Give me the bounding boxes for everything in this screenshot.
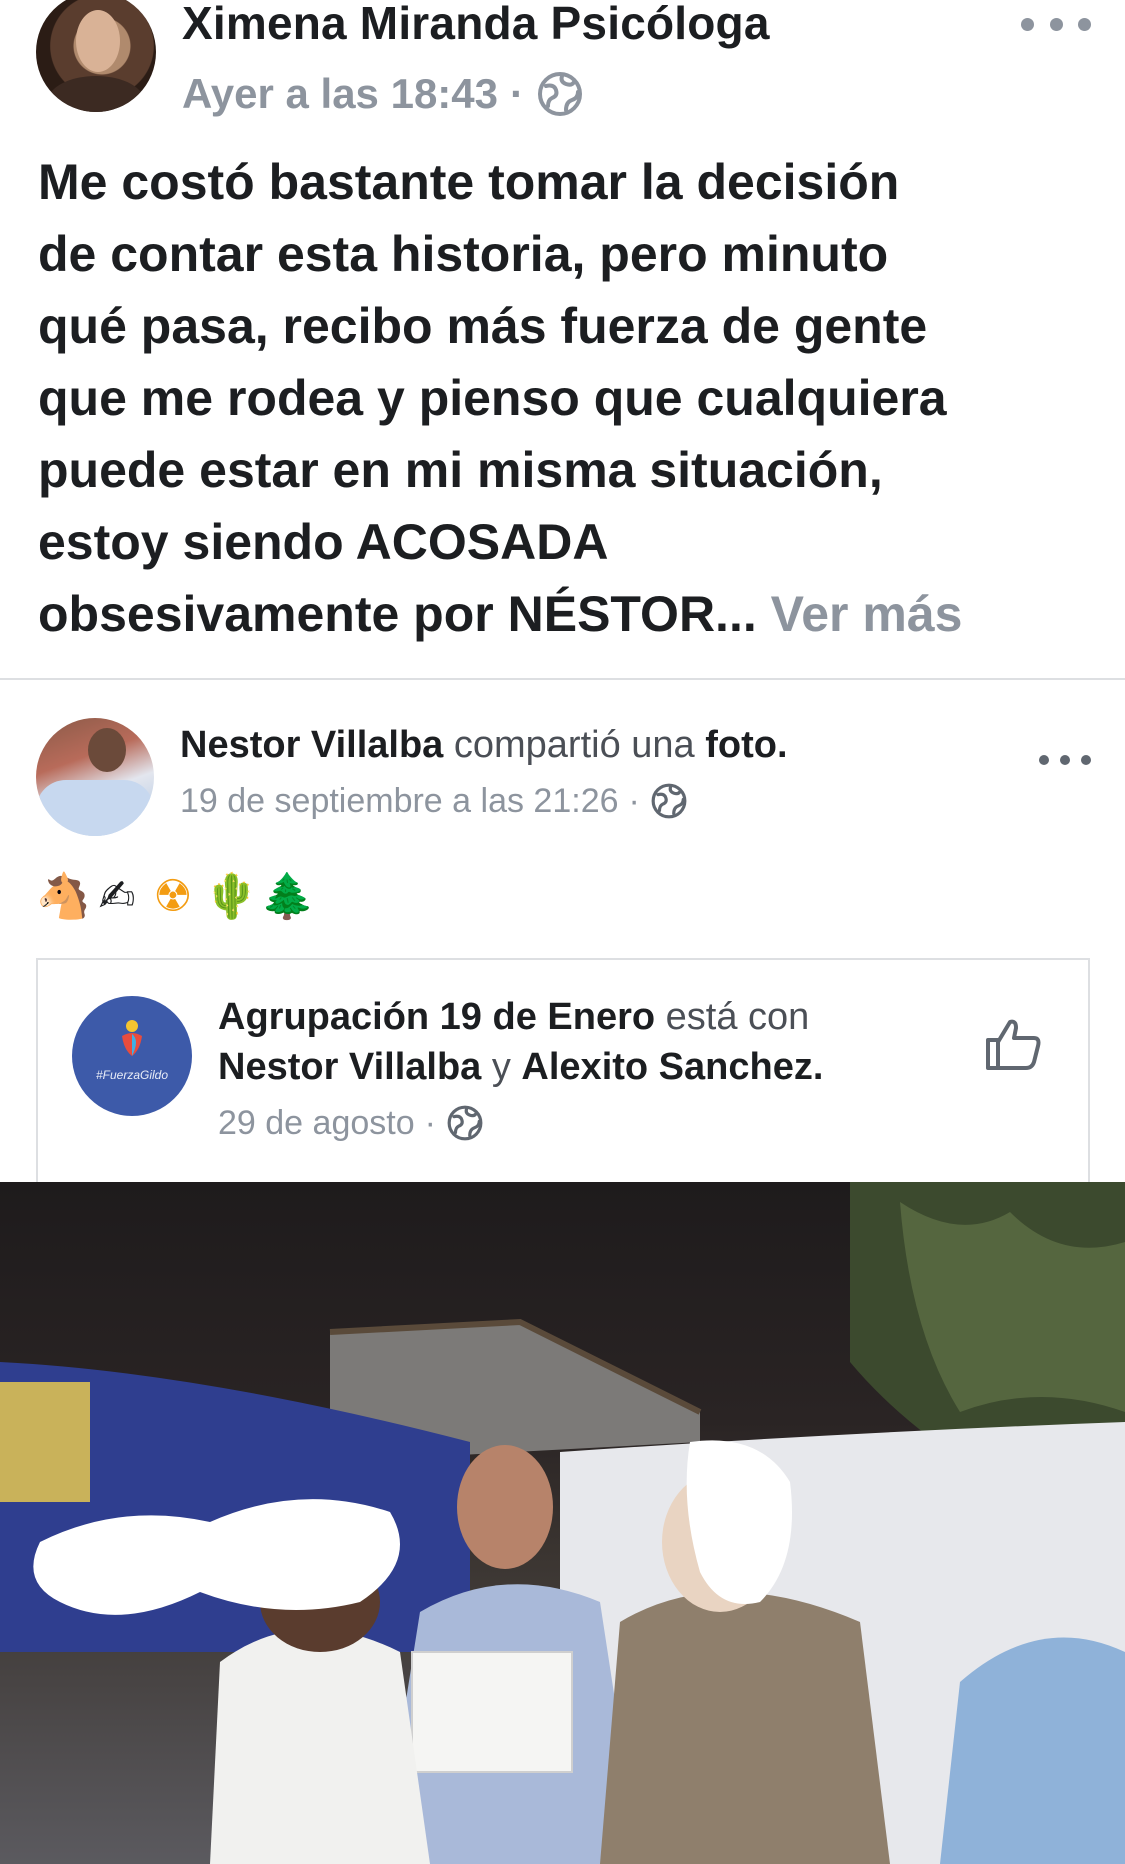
group-name[interactable]: Agrupación 19 de Enero — [218, 996, 655, 1038]
post-text-line: qué pasa, recibo más fuerza de gente — [38, 298, 928, 354]
like-page-icon[interactable] — [982, 1012, 1046, 1076]
shared-action: compartió una — [453, 724, 695, 766]
shared-photo[interactable] — [0, 1182, 1125, 1864]
globe-icon — [651, 783, 687, 819]
meta-separator: · — [424, 1103, 436, 1142]
post-text-line: que me rodea y pienso que cualquiera — [38, 370, 947, 426]
author-name[interactable]: Ximena Miranda Psicóloga — [182, 0, 770, 50]
shared-timestamp[interactable]: 19 de septiembre a las 21:26 — [180, 782, 619, 821]
post-meta: Ayer a las 18:43 · — [182, 66, 584, 122]
tagged-person-2[interactable]: Alexito Sanchez. — [521, 1046, 823, 1088]
shared-post-header: Nestor Villalba compartió una foto. 19 d… — [0, 700, 1125, 850]
group-hashtag: #FuerzaGildo — [95, 1068, 169, 1082]
globe-icon — [538, 72, 583, 116]
meta-separator: · — [510, 70, 525, 117]
card-conjunction: y — [491, 1046, 511, 1088]
shared-object-link[interactable]: foto. — [705, 724, 787, 766]
shared-post-title: Nestor Villalba compartió una foto. — [180, 724, 788, 772]
globe-icon — [447, 1105, 483, 1141]
meta-separator: · — [628, 781, 640, 820]
post-text-line: puede estar en mi misma situación, — [38, 442, 883, 498]
shared-author-avatar[interactable] — [36, 718, 154, 836]
card-meta: 29 de agosto · — [218, 1100, 484, 1146]
group-logo-icon — [122, 1020, 142, 1056]
photo-scene — [0, 1182, 1125, 1864]
post-text-line: Me costó bastante tomar la decisión — [38, 154, 900, 210]
post-header: Ximena Miranda Psicóloga Ayer a las 18:4… — [0, 0, 1125, 140]
tree-emoji: 🌲 — [260, 871, 315, 922]
embedded-post-card[interactable]: #FuerzaGildo Agrupación 19 de Enero está… — [36, 958, 1090, 1182]
see-more-link[interactable]: Ver más — [771, 586, 963, 642]
radioactive-emoji: ☢ — [153, 870, 193, 922]
post-text-last-line: obsesivamente por NÉSTOR... Ver más — [38, 578, 1098, 650]
post-body-text: Me costó bastante tomar la decisión de c… — [38, 146, 1098, 650]
post-timestamp[interactable]: Ayer a las 18:43 — [182, 70, 498, 118]
shared-author-name[interactable]: Nestor Villalba — [180, 724, 443, 766]
group-avatar[interactable]: #FuerzaGildo — [72, 996, 192, 1116]
shared-options-icon[interactable] — [1039, 748, 1091, 772]
card-with-text: está con — [665, 996, 810, 1038]
post-options-icon[interactable] — [1021, 4, 1091, 44]
post-text-line: obsesivamente por NÉSTOR... — [38, 586, 757, 642]
divider — [0, 678, 1125, 680]
card-date[interactable]: 29 de agosto — [218, 1104, 415, 1143]
post-text-line: estoy siendo ACOSADA — [38, 514, 609, 570]
horse-emoji: 🐴 — [36, 871, 91, 922]
writing-hand-emoji: ✍ — [98, 870, 136, 922]
tagged-person-1[interactable]: Nestor Villalba — [218, 1046, 481, 1088]
card-title-line: Agrupación 19 de Enero está con — [218, 996, 809, 1046]
emoji-row: 🐴 ✍ ☢ 🌵 🌲 — [36, 866, 315, 926]
post-text-line: de contar esta historia, pero minuto — [38, 226, 889, 282]
shared-post-meta: 19 de septiembre a las 21:26 · — [180, 778, 688, 824]
facebook-post-screen: Ximena Miranda Psicóloga Ayer a las 18:4… — [0, 0, 1125, 1864]
cactus-emoji: 🌵 — [204, 871, 259, 922]
card-tagged-line: Nestor Villalba y Alexito Sanchez. — [218, 1046, 823, 1096]
author-avatar[interactable] — [36, 0, 156, 112]
